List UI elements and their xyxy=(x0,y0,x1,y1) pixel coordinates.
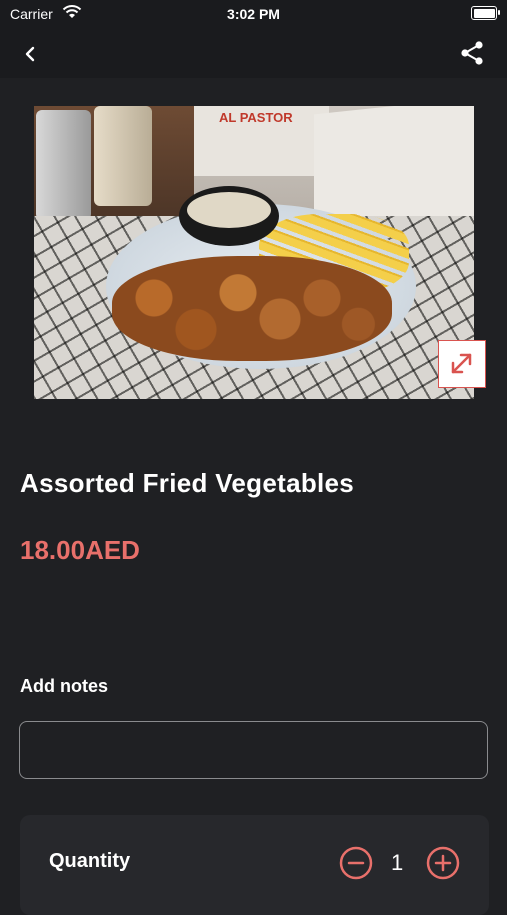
back-button[interactable] xyxy=(18,42,42,66)
product-image: AL PASTOR xyxy=(34,106,474,399)
decrease-quantity-button[interactable] xyxy=(339,846,373,880)
nav-bar xyxy=(0,28,507,78)
increase-quantity-button[interactable] xyxy=(426,846,460,880)
quantity-card: Quantity 1 xyxy=(20,815,489,915)
notes-label: Add notes xyxy=(20,676,108,696)
status-time: 3:02 PM xyxy=(227,6,280,22)
product-name: Assorted Fried Vegetables xyxy=(20,468,355,498)
quantity-value: 1 xyxy=(391,850,404,875)
expand-icon xyxy=(451,353,472,374)
notes-input[interactable] xyxy=(19,721,488,779)
image-brand-text: AL PASTOR xyxy=(219,110,293,125)
battery-icon xyxy=(471,6,500,20)
status-bar: Carrier 3:02 PM xyxy=(0,0,507,28)
share-button[interactable] xyxy=(459,40,485,66)
product-price: 18.00AED xyxy=(20,535,140,565)
expand-image-button[interactable] xyxy=(438,340,486,388)
quantity-label: Quantity xyxy=(49,850,131,872)
